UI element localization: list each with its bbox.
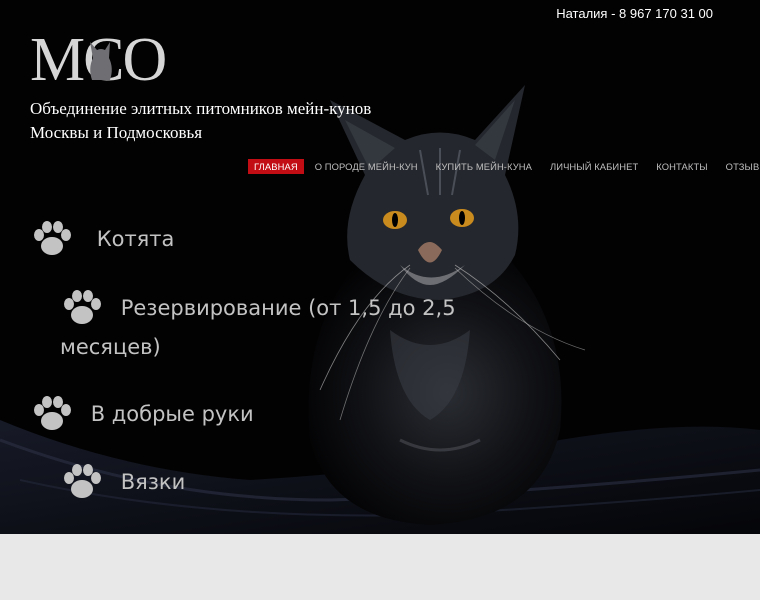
- nav-contacts[interactable]: Контакты: [650, 159, 713, 174]
- paw-icon: [60, 288, 104, 328]
- menu-item-mating[interactable]: Вязки: [60, 461, 185, 502]
- site-tagline: Объединение элитных питомников мейн-куно…: [30, 97, 410, 145]
- nav-reviews[interactable]: Отзывы: [720, 159, 760, 174]
- nav-about-breed[interactable]: О породе мейн-кун: [309, 159, 424, 174]
- page-footer-area: [0, 534, 760, 600]
- menu-item-reservation[interactable]: Резервирование (от 1,5 до 2,5: [60, 287, 456, 328]
- nav-home[interactable]: Главная: [248, 158, 304, 174]
- menu-item-good-hands[interactable]: В добрые руки: [30, 393, 254, 434]
- menu-item-label: Резервирование (от 1,5 до 2,5: [120, 296, 456, 320]
- nav-personal-account[interactable]: Личный кабинет: [544, 159, 644, 174]
- contact-phone[interactable]: Наталия - 8 967 170 31 00: [556, 6, 713, 21]
- tagline-line-1: Объединение элитных питомников мейн-куно…: [30, 99, 372, 118]
- paw-icon: [60, 462, 104, 502]
- hero-section: Наталия - 8 967 170 31 00 MCO Объединени…: [0, 0, 760, 534]
- main-navigation: Главная О породе мейн-кун Купить мейн-ку…: [248, 158, 760, 174]
- menu-item-reservation-line-2[interactable]: месяцев): [60, 327, 161, 367]
- paw-icon: [30, 394, 74, 434]
- nav-buy-maine-coon[interactable]: Купить мейн-куна: [430, 159, 538, 174]
- tagline-line-2: Москвы и Подмосковья: [30, 123, 203, 142]
- menu-item-label: Вязки: [120, 470, 186, 494]
- paw-icon: [30, 219, 74, 259]
- menu-item-label: Котята: [96, 227, 175, 251]
- mco-logo[interactable]: MCO: [30, 28, 176, 86]
- menu-item-kittens[interactable]: Котята: [30, 218, 174, 259]
- menu-item-label: В добрые руки: [90, 402, 254, 426]
